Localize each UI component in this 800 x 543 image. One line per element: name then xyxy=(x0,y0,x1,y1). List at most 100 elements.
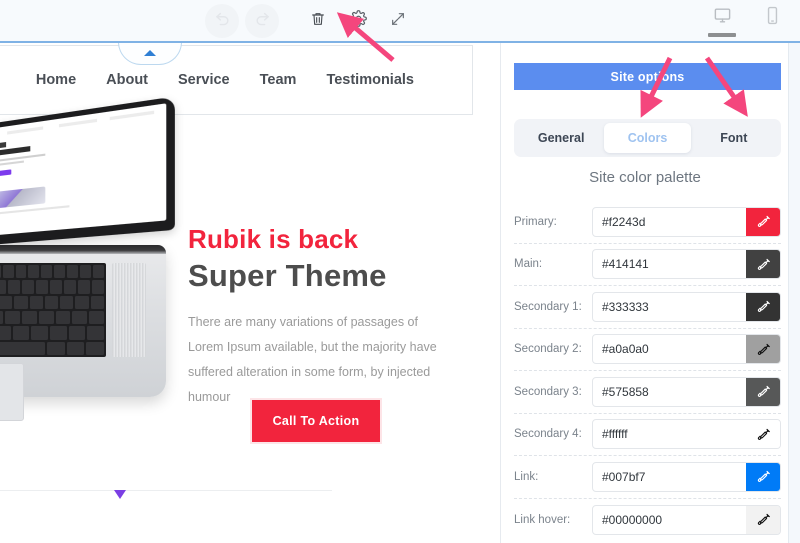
panel-content: Site options General Colors Font Site co… xyxy=(501,43,789,543)
color-row-secondary-2: Secondary 2: xyxy=(514,329,781,371)
site-options-panel: Site options General Colors Font Site co… xyxy=(500,43,800,543)
hero-cta-wrapper: Call To Action xyxy=(252,400,380,442)
nav-item-home[interactable]: Home xyxy=(36,72,76,88)
eyedropper-icon xyxy=(757,258,770,270)
gear-icon xyxy=(349,10,367,32)
desktop-monitor-icon xyxy=(713,6,732,30)
color-input-secondary-1[interactable] xyxy=(593,292,746,321)
hero-title-line2: Super Theme xyxy=(188,257,387,293)
expand-arrows-icon xyxy=(390,11,406,32)
expand-button[interactable] xyxy=(381,4,415,38)
color-field-link-hover[interactable] xyxy=(592,504,781,535)
color-row-link-hover: Link hover: xyxy=(514,499,781,542)
editor-window: Home About Service Team Testimonials Rub… xyxy=(0,0,800,543)
color-field-link[interactable] xyxy=(592,461,781,492)
color-label-secondary-3: Secondary 3: xyxy=(514,385,582,398)
eyedropper-icon xyxy=(757,343,770,355)
eyedropper-button-primary[interactable] xyxy=(746,207,780,236)
color-field-secondary-4[interactable] xyxy=(592,419,781,450)
nav-item-service[interactable]: Service xyxy=(178,72,230,88)
eyedropper-icon xyxy=(757,386,770,398)
color-input-primary[interactable] xyxy=(593,207,746,236)
laptop-screen-content xyxy=(0,103,167,240)
nav-item-testimonials[interactable]: Testimonials xyxy=(326,72,414,88)
trash-icon xyxy=(310,11,326,32)
eyedropper-icon xyxy=(757,301,770,313)
delete-button[interactable] xyxy=(301,4,335,38)
device-preview-switcher xyxy=(708,0,786,42)
top-toolbar xyxy=(0,0,800,42)
settings-button[interactable] xyxy=(341,4,375,38)
color-field-secondary-1[interactable] xyxy=(592,291,781,322)
eyedropper-button-secondary-3[interactable] xyxy=(746,377,780,406)
color-input-main[interactable] xyxy=(593,250,746,279)
eyedropper-icon xyxy=(757,514,770,526)
color-input-secondary-4[interactable] xyxy=(593,420,746,449)
color-label-secondary-2: Secondary 2: xyxy=(514,343,582,356)
section-anchor-marker[interactable] xyxy=(114,490,126,499)
color-row-link: Link: xyxy=(514,456,781,499)
color-rows-list: Primary: Main: xyxy=(514,201,781,541)
laptop-lid xyxy=(0,96,175,249)
panel-tab-group: General Colors Font xyxy=(514,119,781,157)
nav-item-team[interactable]: Team xyxy=(260,72,297,88)
preview-section-divider xyxy=(0,490,332,491)
color-label-main: Main: xyxy=(514,258,543,271)
undo-button[interactable] xyxy=(205,4,239,38)
color-input-secondary-2[interactable] xyxy=(593,335,746,364)
desktop-active-indicator xyxy=(708,33,736,37)
color-field-primary[interactable] xyxy=(592,206,781,237)
tab-general[interactable]: General xyxy=(518,123,604,153)
color-input-secondary-3[interactable] xyxy=(593,377,746,406)
eyedropper-button-secondary-4[interactable] xyxy=(746,420,780,449)
site-preview-canvas[interactable]: Home About Service Team Testimonials Rub… xyxy=(0,43,500,543)
color-row-secondary-1: Secondary 1: xyxy=(514,286,781,329)
nav-item-about[interactable]: About xyxy=(106,72,148,88)
hero-title-line1: Rubik is back xyxy=(188,224,359,254)
macbook-laptop-photo xyxy=(0,96,175,421)
color-row-primary: Primary: xyxy=(514,201,781,244)
color-row-secondary-4: Secondary 4: xyxy=(514,414,781,456)
color-row-secondary-3: Secondary 3: xyxy=(514,371,781,414)
color-input-link[interactable] xyxy=(593,462,746,491)
redo-arrow-icon xyxy=(254,10,271,32)
eyedropper-button-secondary-2[interactable] xyxy=(746,335,780,364)
color-field-secondary-2[interactable] xyxy=(592,334,781,365)
eyedropper-icon xyxy=(757,428,770,440)
laptop-keyboard xyxy=(0,263,106,357)
call-to-action-button[interactable]: Call To Action xyxy=(252,400,380,442)
tab-font[interactable]: Font xyxy=(691,123,777,153)
eyedropper-button-link-hover[interactable] xyxy=(746,505,780,534)
preview-hero-section: Rubik is back Super Theme There are many… xyxy=(0,96,500,497)
eyedropper-icon xyxy=(757,216,770,228)
color-label-secondary-4: Secondary 4: xyxy=(514,428,582,441)
laptop-base xyxy=(0,245,166,421)
site-options-header[interactable]: Site options xyxy=(514,63,781,90)
color-field-main[interactable] xyxy=(592,249,781,280)
color-label-primary: Primary: xyxy=(514,215,557,228)
eyedropper-icon xyxy=(757,471,770,483)
toolbar-actions xyxy=(205,0,415,42)
eyedropper-button-secondary-1[interactable] xyxy=(746,292,780,321)
color-row-main: Main: xyxy=(514,244,781,286)
redo-button[interactable] xyxy=(245,4,279,38)
laptop-trackpad xyxy=(0,363,24,421)
hero-text-block: Rubik is back Super Theme There are many… xyxy=(188,224,488,410)
hero-paragraph: There are many variations of passages of… xyxy=(188,315,437,405)
mobile-phone-icon xyxy=(765,6,780,30)
eyedropper-button-link[interactable] xyxy=(746,462,780,491)
chevron-up-icon xyxy=(144,50,156,56)
mobile-view-button[interactable] xyxy=(758,6,786,37)
undo-arrow-icon xyxy=(214,10,231,32)
color-label-secondary-1: Secondary 1: xyxy=(514,300,582,313)
preview-site-nav: Home About Service Team Testimonials xyxy=(0,45,473,115)
panel-right-edge xyxy=(788,43,800,543)
palette-heading: Site color palette xyxy=(589,169,701,186)
eyedropper-button-main[interactable] xyxy=(746,250,780,279)
desktop-view-button[interactable] xyxy=(708,6,736,37)
tab-colors[interactable]: Colors xyxy=(604,123,691,153)
color-input-link-hover[interactable] xyxy=(593,505,746,534)
color-label-link-hover: Link hover: xyxy=(514,513,571,526)
color-field-secondary-3[interactable] xyxy=(592,376,781,407)
color-label-link: Link: xyxy=(514,470,539,483)
